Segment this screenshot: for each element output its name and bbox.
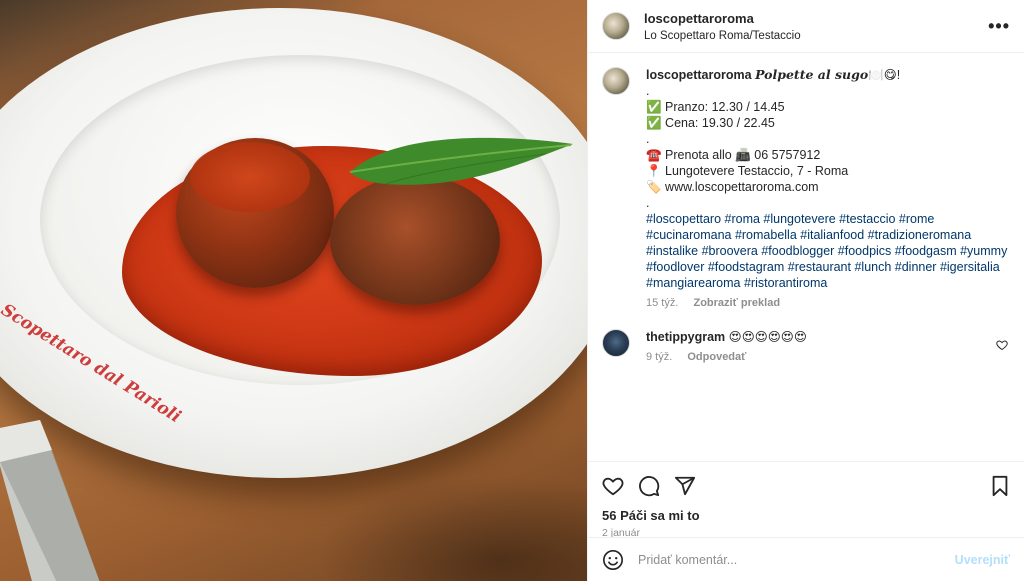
caption-body: loscopettaroroma Polpette al sugo🍽️😋! . … bbox=[646, 67, 1010, 309]
comment: thetippygram 😍😍😍😍😍😍 9 týž. Odpovedať bbox=[602, 329, 1010, 363]
caption-line: ✅ Cena: 19.30 / 22.45 bbox=[646, 116, 775, 130]
comment-username[interactable]: thetippygram bbox=[646, 330, 725, 344]
caption-line: 📍 Lungotevere Testaccio, 7 - Roma bbox=[646, 164, 849, 178]
send-icon[interactable] bbox=[674, 475, 696, 497]
caption-line: . bbox=[646, 132, 650, 146]
caption-meta: 15 týž. Zobraziť preklad bbox=[646, 297, 1010, 309]
caption-time: 15 týž. bbox=[646, 297, 679, 309]
comment-time: 9 týž. bbox=[646, 351, 673, 363]
caption-line: ☎️ Prenota allo 📠 06 5757912 bbox=[646, 148, 821, 162]
comment-body: thetippygram 😍😍😍😍😍😍 9 týž. Odpovedať bbox=[646, 329, 1010, 363]
caption-line: . bbox=[646, 84, 650, 98]
comment-avatar[interactable] bbox=[602, 329, 630, 357]
caption-line: 🏷️ www.loscopettaroroma.com bbox=[646, 180, 819, 194]
caption-dish: Polpette al sugo bbox=[755, 67, 869, 82]
header-username[interactable]: loscopettaroroma bbox=[644, 11, 988, 26]
smiley-icon[interactable] bbox=[602, 549, 624, 571]
sauce-topping bbox=[190, 142, 310, 212]
post-photo[interactable]: Scopettaro dal Parioli bbox=[0, 0, 587, 581]
translate-button[interactable]: Zobraziť preklad bbox=[693, 297, 780, 309]
avatar[interactable] bbox=[602, 12, 630, 40]
caption-avatar[interactable] bbox=[602, 67, 630, 95]
header-location[interactable]: Lo Scopettaro Roma/Testaccio bbox=[644, 30, 988, 42]
more-options-button[interactable]: ••• bbox=[988, 16, 1010, 37]
caption-line: . bbox=[646, 196, 650, 210]
action-icons bbox=[602, 472, 1010, 500]
caption-username[interactable]: loscopettaroroma bbox=[646, 68, 752, 82]
comment-icon[interactable] bbox=[638, 475, 660, 497]
comment-like-heart-icon[interactable] bbox=[996, 339, 1008, 351]
comment-text: 😍😍😍😍😍😍 bbox=[728, 330, 807, 344]
knife bbox=[0, 420, 100, 581]
meatball-right bbox=[330, 175, 500, 305]
caption-hashtags[interactable]: #loscopettaro #roma #lungotevere #testac… bbox=[646, 211, 1010, 291]
header-text: loscopettaroroma Lo Scopettaro Roma/Test… bbox=[644, 11, 988, 42]
comment-line: thetippygram 😍😍😍😍😍😍 bbox=[646, 329, 1010, 345]
comments-section: loscopettaroroma Polpette al sugo🍽️😋! . … bbox=[588, 53, 1024, 461]
caption-line: ✅ Pranzo: 12.30 / 14.45 bbox=[646, 100, 785, 114]
instagram-post-modal: Scopettaro dal Parioli loscopettaroroma … bbox=[0, 0, 1024, 581]
comment-input[interactable] bbox=[638, 552, 955, 567]
post-sidebar: loscopettaroroma Lo Scopettaro Roma/Test… bbox=[587, 0, 1024, 581]
caption-first-line: loscopettaroroma Polpette al sugo🍽️😋! bbox=[646, 67, 1010, 83]
post-comment-button[interactable]: Uverejniť bbox=[955, 553, 1010, 567]
bookmark-icon[interactable] bbox=[990, 475, 1010, 497]
like-count[interactable]: 56 Páči sa mi to bbox=[602, 508, 1010, 523]
basil-leaf bbox=[349, 137, 573, 185]
post-header: loscopettaroroma Lo Scopettaro Roma/Test… bbox=[588, 0, 1024, 53]
heart-icon[interactable] bbox=[602, 475, 624, 497]
comment-meta: 9 týž. Odpovedať bbox=[646, 351, 1010, 363]
caption: loscopettaroroma Polpette al sugo🍽️😋! . … bbox=[602, 67, 1010, 309]
reply-button[interactable]: Odpovedať bbox=[687, 351, 746, 363]
add-comment-bar: Uverejniť bbox=[588, 537, 1024, 581]
caption-dish-suffix: 🍽️😋! bbox=[868, 68, 901, 82]
